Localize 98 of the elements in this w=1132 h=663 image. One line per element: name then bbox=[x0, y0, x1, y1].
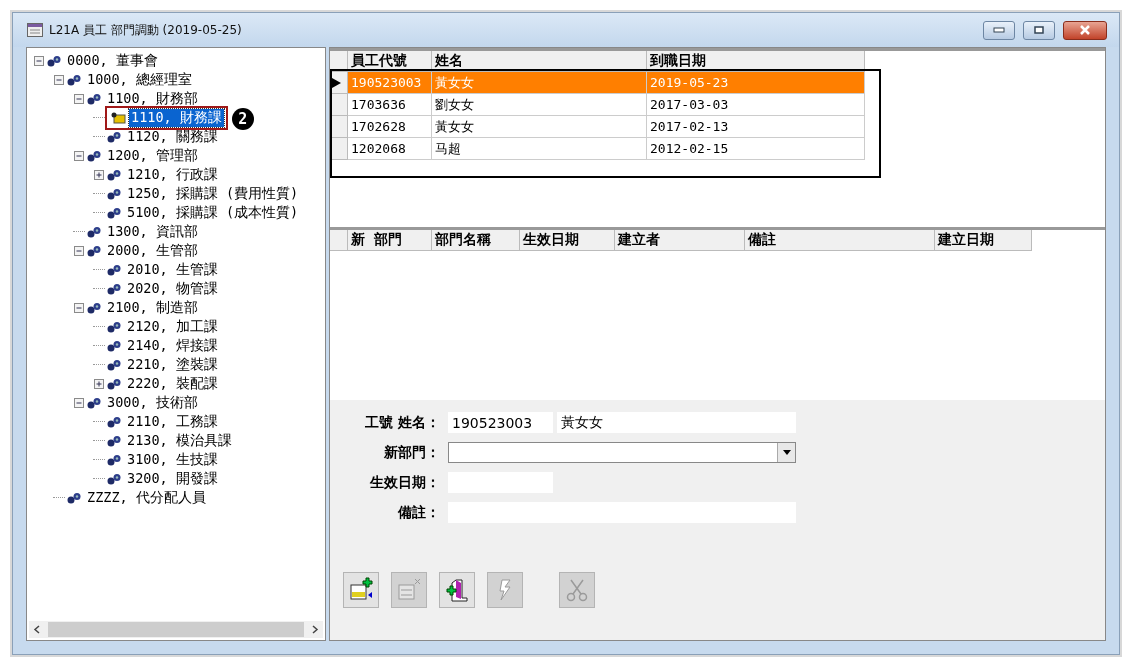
dropdown-arrow-icon[interactable] bbox=[782, 450, 791, 455]
gears-icon bbox=[106, 377, 122, 390]
gears-icon bbox=[106, 453, 122, 466]
field-label: 工號 姓名： bbox=[364, 412, 441, 432]
tree-item[interactable]: 3000, 技術部 bbox=[105, 393, 200, 412]
maximize-button[interactable] bbox=[1023, 20, 1055, 40]
table-cell[interactable]: 1703636 bbox=[348, 94, 432, 116]
gears-icon bbox=[106, 320, 122, 333]
gears-icon bbox=[106, 472, 122, 485]
tree-item[interactable]: 2020, 物管課 bbox=[125, 279, 220, 298]
field-label: 生效日期： bbox=[369, 472, 441, 492]
toolbar-button[interactable] bbox=[343, 572, 379, 608]
tree-item[interactable]: 1000, 總經理室 bbox=[85, 70, 194, 89]
column-header[interactable]: 姓名 bbox=[432, 51, 647, 72]
tree-item[interactable]: 3200, 開發課 bbox=[125, 469, 220, 488]
folder-key-icon bbox=[110, 111, 126, 124]
table-cell[interactable]: 马超 bbox=[432, 138, 647, 160]
column-header[interactable]: 部門名稱 bbox=[432, 230, 520, 251]
maximize-icon bbox=[1034, 26, 1044, 34]
employee-name-field[interactable]: 黃女女 bbox=[557, 412, 796, 433]
gears-icon bbox=[46, 54, 62, 67]
table-cell[interactable]: 2017-02-13 bbox=[647, 116, 865, 138]
minimize-button[interactable] bbox=[983, 20, 1015, 40]
tree-item[interactable]: 1100, 財務部 bbox=[105, 89, 200, 108]
tree-item[interactable]: 1110, 財務課 bbox=[129, 108, 224, 127]
minimize-icon bbox=[993, 27, 1005, 33]
tree-item[interactable]: 5100, 採購課 (成本性質) bbox=[125, 203, 301, 222]
tree-item[interactable]: 1200, 管理部 bbox=[105, 146, 200, 165]
gears-icon bbox=[106, 339, 122, 352]
gears-icon bbox=[106, 130, 122, 143]
tree-item[interactable]: 2010, 生管課 bbox=[125, 260, 220, 279]
gears-icon bbox=[86, 396, 102, 409]
scissors-icon bbox=[564, 577, 590, 603]
gears-icon bbox=[66, 491, 82, 504]
table-cell[interactable]: 劉女女 bbox=[432, 94, 647, 116]
collapse-toggle-icon[interactable] bbox=[73, 301, 85, 314]
column-header[interactable]: 建立者 bbox=[615, 230, 745, 251]
collapse-toggle-icon[interactable] bbox=[73, 244, 85, 257]
gears-icon bbox=[86, 244, 102, 257]
gears-icon bbox=[86, 225, 102, 238]
column-header[interactable]: 建立日期 bbox=[935, 230, 1032, 251]
table-cell[interactable]: 黃女女 bbox=[432, 116, 647, 138]
tree-item[interactable]: 2110, 工務課 bbox=[125, 412, 220, 431]
delete-record-icon bbox=[396, 577, 422, 603]
horizontal-scrollbar[interactable] bbox=[29, 621, 323, 638]
field-label: 新部門： bbox=[383, 442, 441, 462]
table-cell[interactable]: 1702628 bbox=[348, 116, 432, 138]
table-cell[interactable]: 2017-03-03 bbox=[647, 94, 865, 116]
tree-item[interactable]: 2210, 塗裝課 bbox=[125, 355, 220, 374]
app-icon bbox=[27, 23, 43, 37]
gears-icon bbox=[106, 168, 122, 181]
callout-badge: 2 bbox=[231, 107, 254, 130]
tree-item[interactable]: 2120, 加工課 bbox=[125, 317, 220, 336]
tree-item[interactable]: 3100, 生技課 bbox=[125, 450, 220, 469]
tree-item[interactable]: ZZZZ, 代分配人員 bbox=[85, 488, 208, 507]
column-header[interactable]: 到職日期 bbox=[647, 51, 865, 72]
add-record-icon bbox=[348, 577, 374, 603]
expand-toggle-icon[interactable] bbox=[93, 377, 105, 390]
tree-item[interactable]: 2000, 生管部 bbox=[105, 241, 200, 260]
column-header[interactable]: 新 部門 bbox=[348, 230, 432, 251]
tree-item[interactable]: 1250, 採購課 (費用性質) bbox=[125, 184, 301, 203]
employee-id-field[interactable]: 190523003 bbox=[448, 412, 553, 433]
gears-icon bbox=[106, 263, 122, 276]
close-button[interactable] bbox=[1063, 20, 1107, 40]
gears-icon bbox=[106, 358, 122, 371]
collapse-toggle-icon[interactable] bbox=[33, 54, 45, 67]
gears-icon bbox=[86, 301, 102, 314]
gears-icon bbox=[86, 149, 102, 162]
toolbar-button[interactable] bbox=[439, 572, 475, 608]
tree-item[interactable]: 1120, 關務課 bbox=[125, 127, 220, 146]
tree-item[interactable]: 2100, 制造部 bbox=[105, 298, 200, 317]
gears-icon bbox=[106, 187, 122, 200]
collapse-toggle-icon[interactable] bbox=[73, 149, 85, 162]
gears-icon bbox=[106, 282, 122, 295]
gears-icon bbox=[106, 434, 122, 447]
column-header[interactable]: 員工代號 bbox=[348, 51, 432, 72]
collapse-toggle-icon[interactable] bbox=[73, 92, 85, 105]
collapse-toggle-icon[interactable] bbox=[53, 73, 65, 86]
field-label: 備註： bbox=[397, 502, 441, 522]
tree-item[interactable]: 2220, 裝配課 bbox=[125, 374, 220, 393]
window-title: L21A 員工 部門調動 (2019-05-25) bbox=[49, 21, 243, 39]
gears-icon bbox=[86, 92, 102, 105]
tree-item[interactable]: 2130, 模治具課 bbox=[125, 431, 234, 450]
column-header[interactable]: 備註 bbox=[745, 230, 935, 251]
close-icon bbox=[1079, 25, 1091, 35]
collapse-toggle-icon[interactable] bbox=[73, 396, 85, 409]
tree-item[interactable]: 2140, 焊接課 bbox=[125, 336, 220, 355]
tree-item[interactable]: 0000, 董事會 bbox=[65, 51, 160, 70]
gears-icon bbox=[66, 73, 82, 86]
column-header[interactable]: 生效日期 bbox=[520, 230, 615, 251]
table-cell[interactable]: 2012-02-15 bbox=[647, 138, 865, 160]
table-cell[interactable]: 1202068 bbox=[348, 138, 432, 160]
gears-icon bbox=[106, 415, 122, 428]
tree-item[interactable]: 1210, 行政課 bbox=[125, 165, 220, 184]
door-exit-icon bbox=[444, 577, 470, 603]
expand-toggle-icon[interactable] bbox=[93, 168, 105, 181]
gears-icon bbox=[106, 206, 122, 219]
tree-item[interactable]: 1300, 資訊部 bbox=[105, 222, 200, 241]
